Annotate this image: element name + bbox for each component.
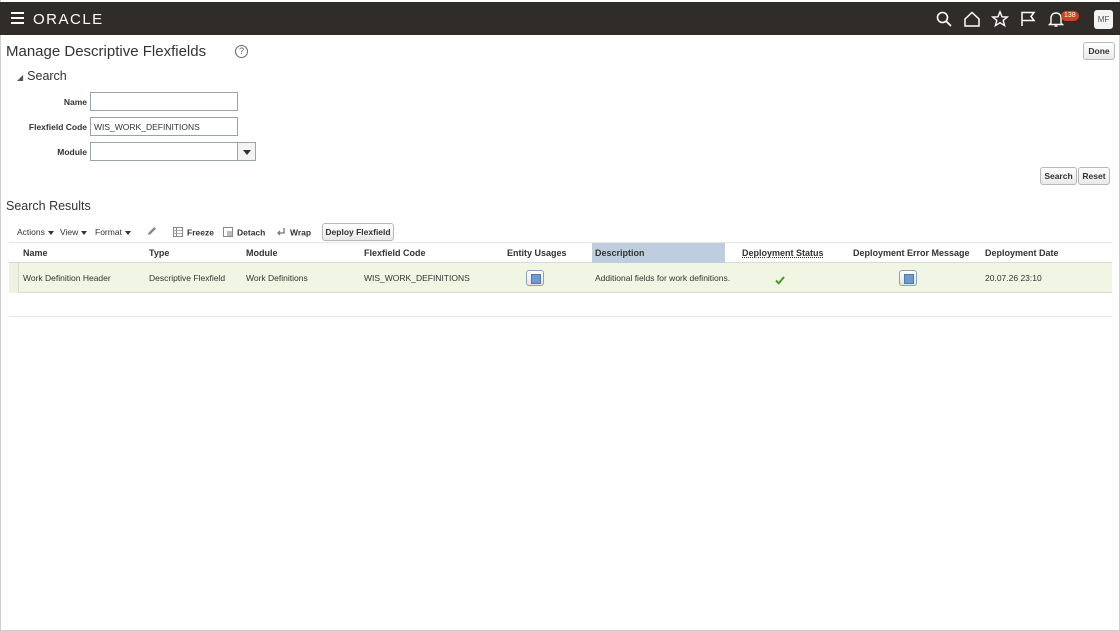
collapse-triangle-icon: ◢	[17, 73, 24, 82]
column-header-name[interactable]: Name	[23, 243, 48, 264]
wrap-button[interactable]: Wrap	[276, 227, 311, 239]
row-selector[interactable]	[9, 263, 19, 293]
notifications-badge: 138	[1061, 11, 1079, 21]
cell-module: Work Definitions	[246, 273, 308, 283]
flexfield-code-label: Flexfield Code	[28, 122, 87, 132]
cell-deployment-date: 20.07.26 23:10	[985, 273, 1042, 283]
view-menu-label: View	[60, 227, 79, 237]
name-label: Name	[63, 97, 87, 107]
column-header-module[interactable]: Module	[246, 243, 278, 264]
column-header-flexfield-code[interactable]: Flexfield Code	[364, 243, 426, 264]
flag-icon[interactable]	[1019, 10, 1037, 28]
view-menu[interactable]: View	[60, 227, 88, 237]
module-label: Module	[57, 147, 87, 157]
table-row[interactable]: Work Definition Header Descriptive Flexf…	[9, 263, 1112, 293]
home-icon[interactable]	[963, 10, 981, 28]
actions-menu-label: Actions	[17, 227, 45, 237]
done-button[interactable]: Done	[1083, 42, 1115, 60]
column-header-deployment-date[interactable]: Deployment Date	[985, 243, 1059, 264]
menu-icon[interactable]	[11, 12, 24, 24]
detach-button[interactable]: Detach	[223, 227, 265, 239]
module-dropdown-arrow-icon[interactable]	[237, 142, 256, 161]
column-header-entity-usages[interactable]: Entity Usages	[507, 243, 567, 264]
search-results-heading: Search Results	[6, 199, 91, 213]
cell-description: Additional fields for work definitions.	[595, 273, 731, 283]
search-icon[interactable]	[935, 10, 953, 28]
chevron-down-icon	[124, 230, 131, 235]
global-header: ORACLE 138 MF	[0, 2, 1120, 35]
deploy-flexfield-button[interactable]: Deploy Flexfield	[322, 223, 394, 241]
module-select[interactable]	[90, 142, 238, 161]
search-button[interactable]: Search	[1040, 167, 1077, 185]
detach-icon	[223, 227, 233, 239]
favorites-star-icon[interactable]	[990, 9, 1010, 28]
oracle-logo[interactable]: ORACLE	[33, 11, 104, 28]
flexfield-code-input[interactable]: WIS_WORK_DEFINITIONS	[90, 117, 238, 136]
entity-usages-icon[interactable]	[526, 270, 544, 286]
format-menu-label: Format	[95, 227, 122, 237]
deployed-checkmark-icon	[775, 272, 785, 285]
help-icon[interactable]: ?	[235, 45, 248, 58]
search-section-toggle[interactable]: ◢ Search	[17, 69, 67, 83]
deployment-error-message-icon[interactable]	[899, 270, 917, 286]
freeze-label: Freeze	[187, 227, 214, 238]
table-footer-divider	[9, 316, 1112, 317]
page-title: Manage Descriptive Flexfields	[6, 43, 207, 60]
column-header-description[interactable]: Description	[592, 243, 725, 264]
wrap-icon	[276, 227, 286, 239]
user-avatar[interactable]: MF	[1094, 10, 1113, 29]
detach-label: Detach	[237, 227, 266, 238]
name-input[interactable]	[90, 92, 238, 111]
column-header-type[interactable]: Type	[149, 243, 169, 264]
column-header-deployment-error-message[interactable]: Deployment Error Message	[853, 243, 970, 264]
chevron-down-icon	[47, 230, 54, 235]
cell-flexfield-code: WIS_WORK_DEFINITIONS	[364, 273, 470, 283]
cell-type: Descriptive Flexfield	[149, 273, 226, 283]
column-header-deployment-status[interactable]: Deployment Status	[742, 243, 824, 264]
freeze-icon	[173, 227, 183, 239]
format-menu[interactable]: Format	[95, 227, 131, 237]
search-section-label: Search	[27, 69, 67, 83]
freeze-button[interactable]: Freeze	[173, 227, 214, 239]
reset-button[interactable]: Reset	[1078, 167, 1110, 185]
cell-name: Work Definition Header	[23, 273, 111, 283]
edit-pencil-icon[interactable]	[146, 225, 158, 239]
wrap-label: Wrap	[290, 227, 312, 238]
table-header: Name Type Module Flexfield Code Entity U…	[9, 242, 1112, 264]
chevron-down-icon	[81, 230, 88, 235]
actions-menu[interactable]: Actions	[17, 227, 54, 237]
